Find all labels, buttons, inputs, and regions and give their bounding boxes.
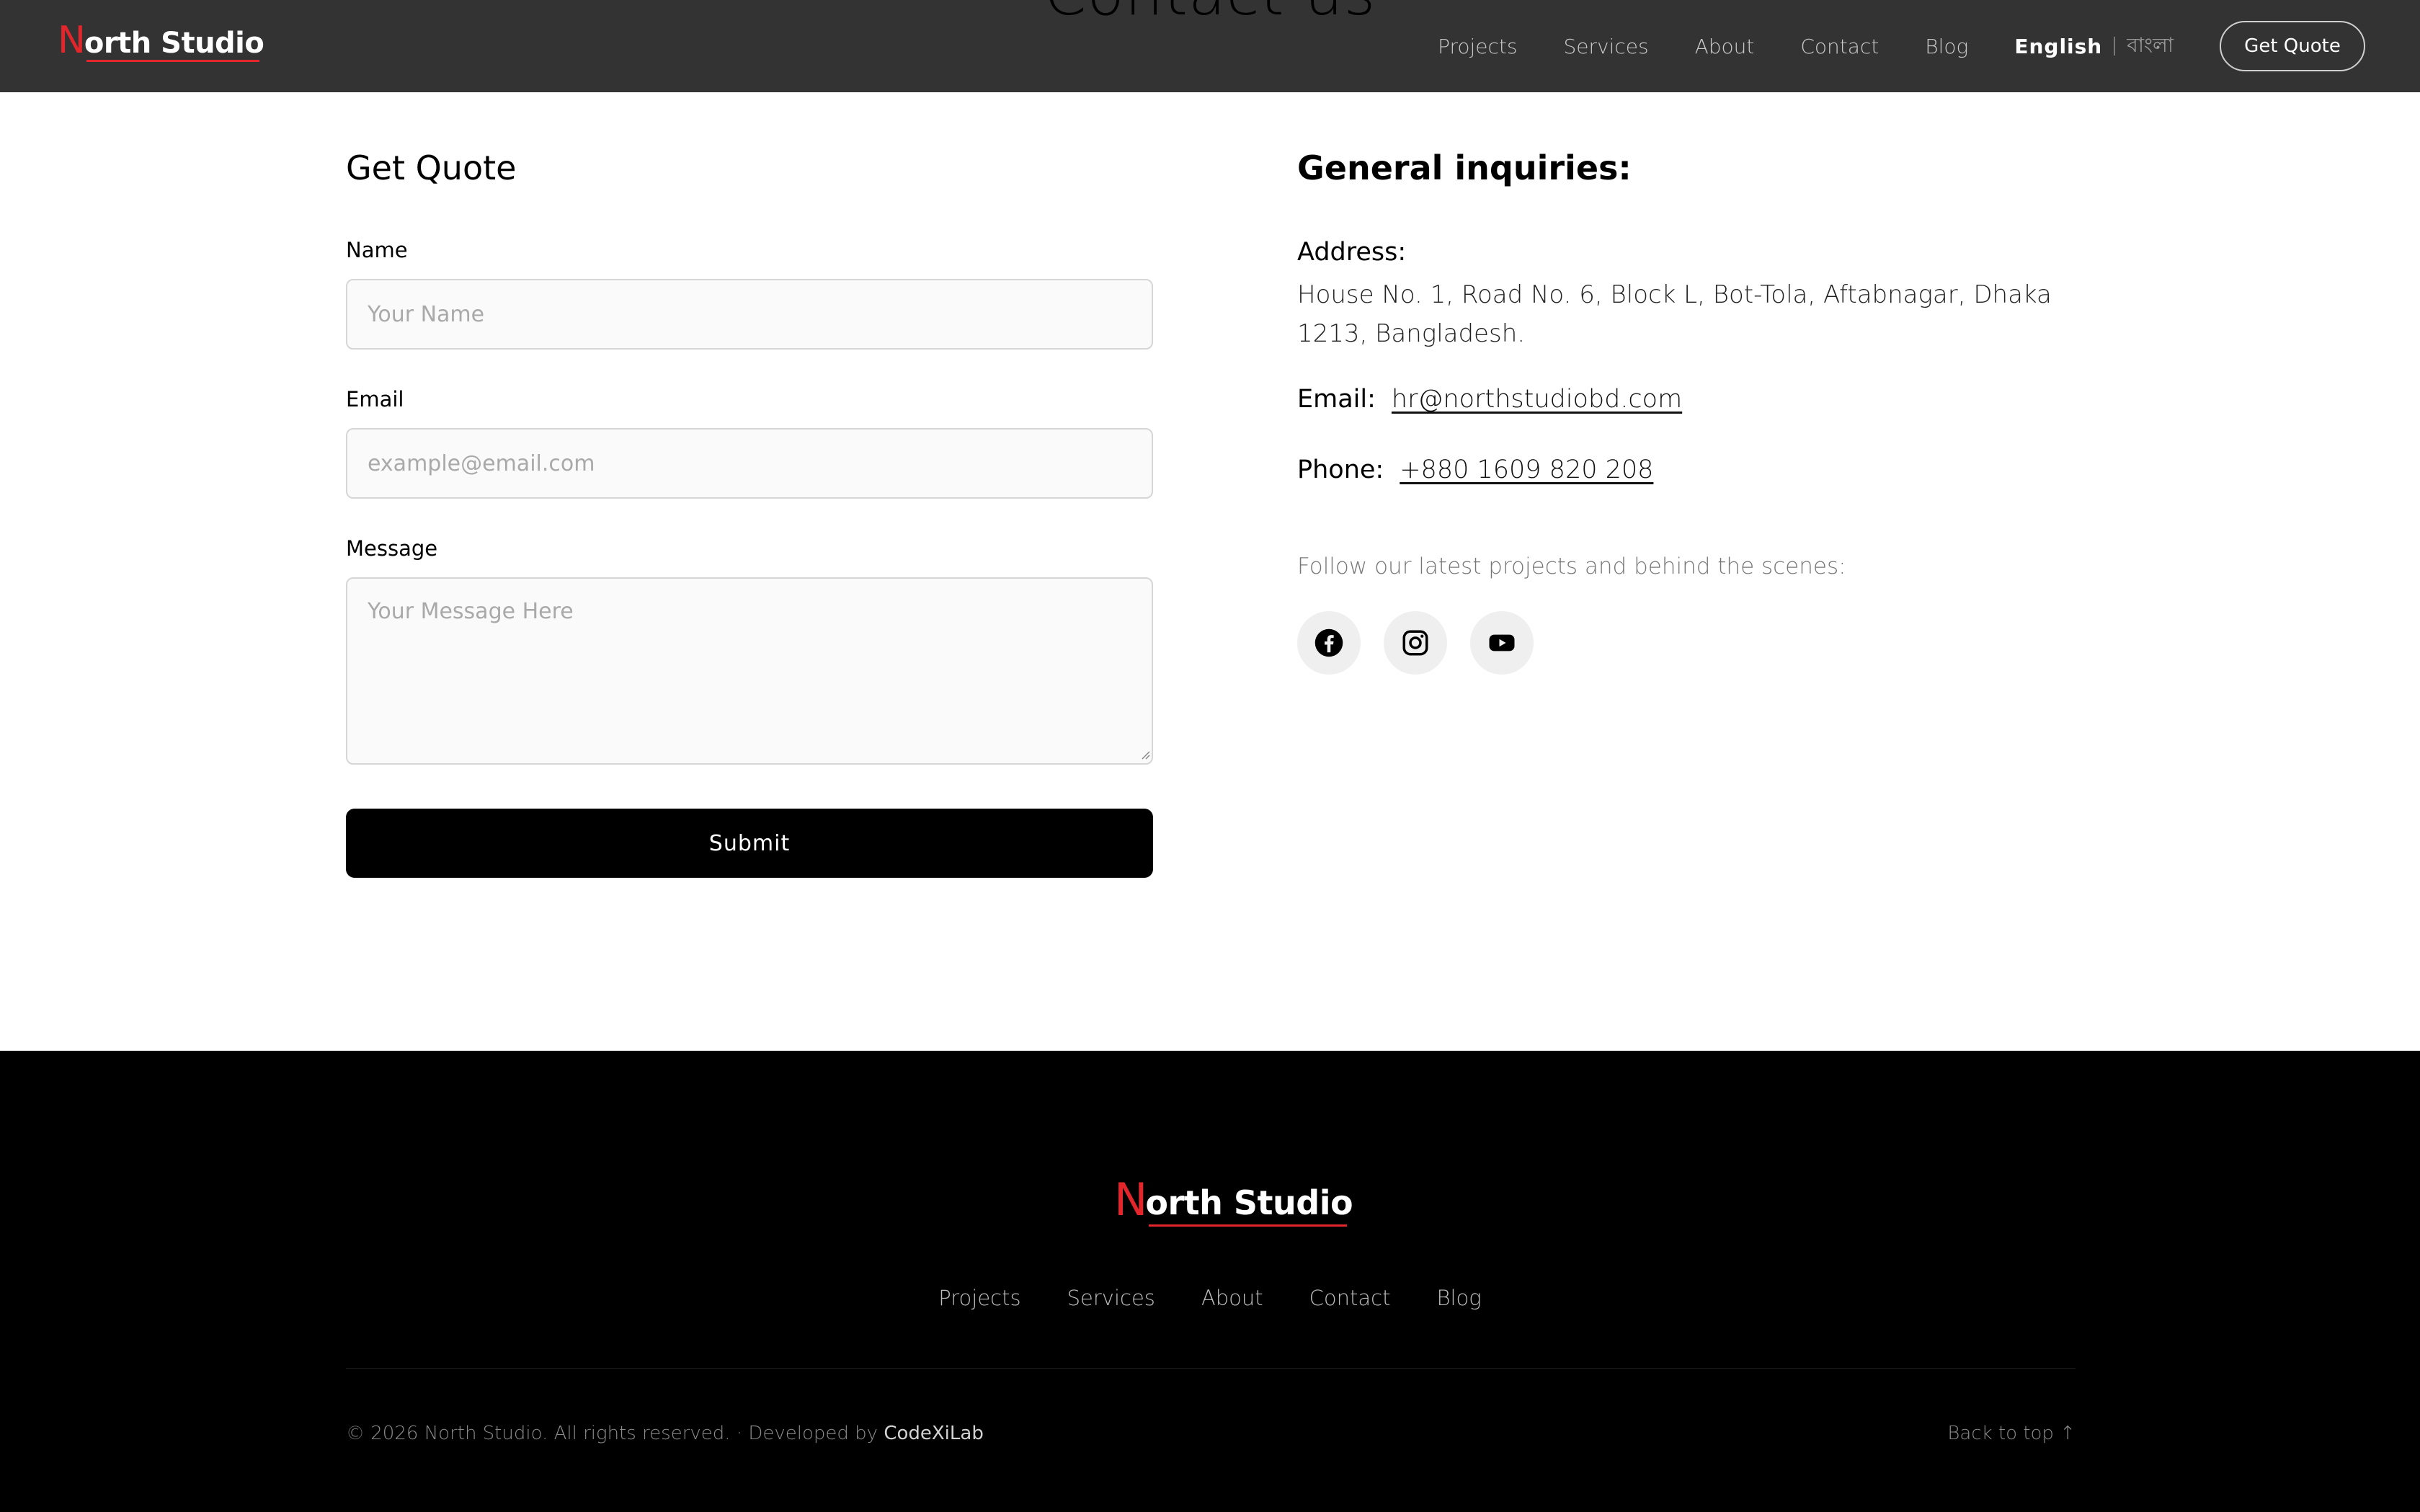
nav-contact[interactable]: Contact <box>1800 35 1879 58</box>
message-textarea[interactable] <box>346 577 1153 765</box>
instagram-link[interactable] <box>1384 611 1447 675</box>
lang-bangla[interactable]: বাংলা <box>2127 30 2174 63</box>
logo-underline <box>86 60 260 62</box>
youtube-icon <box>1489 634 1515 652</box>
logo-letter-n: N <box>58 19 86 62</box>
email-label: Email <box>346 387 404 412</box>
header-logo[interactable]: N orth Studio <box>58 19 264 62</box>
footer-logo-wordmark: orth Studio <box>1145 1183 1353 1222</box>
facebook-link[interactable] <box>1297 611 1361 675</box>
facebook-icon <box>1314 628 1343 657</box>
email-input[interactable] <box>346 428 1153 499</box>
footer-divider <box>346 1368 2076 1369</box>
copyright-notice: © 2026 North Studio. All rights reserved… <box>346 1423 884 1444</box>
youtube-link[interactable] <box>1470 611 1534 675</box>
back-to-top-link[interactable]: Back to top ↑ <box>1947 1423 2076 1444</box>
submit-button[interactable]: Submit <box>346 809 1153 878</box>
email-row: Email: hr@northstudiobd.com <box>1297 385 1682 414</box>
footer-logo-letter-n: N <box>1114 1173 1148 1226</box>
form-title: Get Quote <box>346 148 517 187</box>
name-label: Name <box>346 238 408 262</box>
name-input[interactable] <box>346 279 1153 350</box>
get-quote-button[interactable]: Get Quote <box>2220 21 2365 71</box>
lang-divider <box>2114 37 2116 55</box>
resize-handle-icon[interactable] <box>1140 750 1150 760</box>
footer-nav-projects[interactable]: Projects <box>938 1286 1020 1310</box>
message-label: Message <box>346 536 438 561</box>
site-header: Contact us N orth Studio Projects Servic… <box>0 0 2420 92</box>
phone-row: Phone: +880 1609 820 208 <box>1297 455 1653 484</box>
site-footer: N orth Studio Projects Services About Co… <box>0 1051 2420 1512</box>
nav-blog[interactable]: Blog <box>1925 35 1968 58</box>
follow-text: Follow our latest projects and behind th… <box>1297 553 1846 579</box>
footer-nav-about[interactable]: About <box>1201 1286 1263 1310</box>
nav-services[interactable]: Services <box>1563 35 1648 58</box>
lang-english[interactable]: English <box>2014 35 2102 58</box>
footer-nav-services[interactable]: Services <box>1067 1286 1155 1310</box>
address-label: Address: <box>1297 238 1407 267</box>
email-row-label: Email: <box>1297 385 1376 414</box>
address-text: House No. 1, Road No. 6, Block L, Bot-To… <box>1297 280 2052 348</box>
nav-about[interactable]: About <box>1695 35 1755 58</box>
footer-logo-underline <box>1149 1224 1348 1227</box>
inquiries-title: General inquiries: <box>1297 148 1632 187</box>
footer-logo[interactable]: N orth Studio <box>1114 1173 1353 1227</box>
nav-projects[interactable]: Projects <box>1438 35 1517 58</box>
footer-nav: Projects Services About Contact Blog <box>0 1286 2420 1310</box>
logo-wordmark: orth Studio <box>84 27 264 60</box>
language-switcher: English বাংলা <box>2014 30 2174 63</box>
developer-link[interactable]: CodeXiLab <box>884 1423 984 1444</box>
footer-nav-contact[interactable]: Contact <box>1309 1286 1391 1310</box>
main-nav: Projects Services About Contact Blog Eng… <box>1438 0 2420 92</box>
copyright-text: © 2026 North Studio. All rights reserved… <box>346 1423 984 1444</box>
phone-link[interactable]: +880 1609 820 208 <box>1400 455 1653 484</box>
instagram-icon <box>1402 630 1428 656</box>
email-link[interactable]: hr@northstudiobd.com <box>1392 385 1682 414</box>
phone-row-label: Phone: <box>1297 455 1384 484</box>
footer-nav-blog[interactable]: Blog <box>1437 1286 1482 1310</box>
